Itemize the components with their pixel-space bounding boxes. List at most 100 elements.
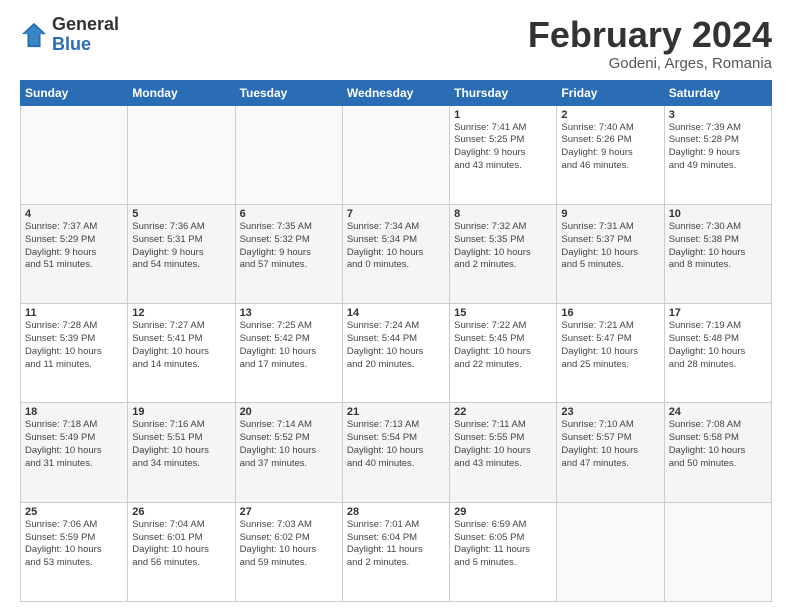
day-info: Sunrise: 7:36 AM Sunset: 5:31 PM Dayligh…: [132, 221, 230, 272]
day-number: 12: [132, 307, 230, 319]
calendar-cell: [557, 502, 664, 601]
day-number: 1: [454, 109, 552, 121]
day-info: Sunrise: 7:03 AM Sunset: 6:02 PM Dayligh…: [240, 519, 338, 570]
logo: General Blue: [20, 15, 119, 55]
calendar-cell: 9Sunrise: 7:31 AM Sunset: 5:37 PM Daylig…: [557, 204, 664, 303]
calendar-cell: 6Sunrise: 7:35 AM Sunset: 5:32 PM Daylig…: [235, 204, 342, 303]
day-number: 9: [561, 208, 659, 220]
day-number: 6: [240, 208, 338, 220]
week-row-4: 25Sunrise: 7:06 AM Sunset: 5:59 PM Dayli…: [21, 502, 772, 601]
calendar-cell: 16Sunrise: 7:21 AM Sunset: 5:47 PM Dayli…: [557, 304, 664, 403]
day-info: Sunrise: 7:16 AM Sunset: 5:51 PM Dayligh…: [132, 419, 230, 470]
day-number: 28: [347, 506, 445, 518]
calendar-cell: 22Sunrise: 7:11 AM Sunset: 5:55 PM Dayli…: [450, 403, 557, 502]
col-friday: Friday: [557, 80, 664, 105]
day-info: Sunrise: 7:39 AM Sunset: 5:28 PM Dayligh…: [669, 122, 767, 173]
day-number: 15: [454, 307, 552, 319]
week-row-1: 4Sunrise: 7:37 AM Sunset: 5:29 PM Daylig…: [21, 204, 772, 303]
header-row: Sunday Monday Tuesday Wednesday Thursday…: [21, 80, 772, 105]
day-number: 19: [132, 406, 230, 418]
day-info: Sunrise: 7:13 AM Sunset: 5:54 PM Dayligh…: [347, 419, 445, 470]
day-number: 27: [240, 506, 338, 518]
col-wednesday: Wednesday: [342, 80, 449, 105]
col-monday: Monday: [128, 80, 235, 105]
calendar-cell: 20Sunrise: 7:14 AM Sunset: 5:52 PM Dayli…: [235, 403, 342, 502]
calendar-cell: 17Sunrise: 7:19 AM Sunset: 5:48 PM Dayli…: [664, 304, 771, 403]
calendar-cell: 8Sunrise: 7:32 AM Sunset: 5:35 PM Daylig…: [450, 204, 557, 303]
day-number: 3: [669, 109, 767, 121]
day-info: Sunrise: 7:04 AM Sunset: 6:01 PM Dayligh…: [132, 519, 230, 570]
calendar-cell: 10Sunrise: 7:30 AM Sunset: 5:38 PM Dayli…: [664, 204, 771, 303]
day-number: 26: [132, 506, 230, 518]
day-info: Sunrise: 7:18 AM Sunset: 5:49 PM Dayligh…: [25, 419, 123, 470]
day-number: 16: [561, 307, 659, 319]
calendar-cell: 4Sunrise: 7:37 AM Sunset: 5:29 PM Daylig…: [21, 204, 128, 303]
day-info: Sunrise: 7:37 AM Sunset: 5:29 PM Dayligh…: [25, 221, 123, 272]
calendar-table: Sunday Monday Tuesday Wednesday Thursday…: [20, 80, 772, 602]
calendar-cell: 15Sunrise: 7:22 AM Sunset: 5:45 PM Dayli…: [450, 304, 557, 403]
col-sunday: Sunday: [21, 80, 128, 105]
calendar-cell: 14Sunrise: 7:24 AM Sunset: 5:44 PM Dayli…: [342, 304, 449, 403]
day-number: 21: [347, 406, 445, 418]
day-number: 4: [25, 208, 123, 220]
day-info: Sunrise: 7:21 AM Sunset: 5:47 PM Dayligh…: [561, 320, 659, 371]
day-info: Sunrise: 7:30 AM Sunset: 5:38 PM Dayligh…: [669, 221, 767, 272]
calendar-cell: [128, 105, 235, 204]
calendar-cell: 23Sunrise: 7:10 AM Sunset: 5:57 PM Dayli…: [557, 403, 664, 502]
day-number: 8: [454, 208, 552, 220]
day-info: Sunrise: 7:24 AM Sunset: 5:44 PM Dayligh…: [347, 320, 445, 371]
col-saturday: Saturday: [664, 80, 771, 105]
day-number: 10: [669, 208, 767, 220]
day-info: Sunrise: 7:01 AM Sunset: 6:04 PM Dayligh…: [347, 519, 445, 570]
calendar-cell: 25Sunrise: 7:06 AM Sunset: 5:59 PM Dayli…: [21, 502, 128, 601]
calendar-cell: 27Sunrise: 7:03 AM Sunset: 6:02 PM Dayli…: [235, 502, 342, 601]
subtitle: Godeni, Arges, Romania: [528, 55, 772, 72]
calendar-cell: [342, 105, 449, 204]
calendar-cell: [235, 105, 342, 204]
day-number: 7: [347, 208, 445, 220]
calendar-cell: 7Sunrise: 7:34 AM Sunset: 5:34 PM Daylig…: [342, 204, 449, 303]
day-number: 14: [347, 307, 445, 319]
day-info: Sunrise: 7:10 AM Sunset: 5:57 PM Dayligh…: [561, 419, 659, 470]
calendar-body: 1Sunrise: 7:41 AM Sunset: 5:25 PM Daylig…: [21, 105, 772, 601]
day-number: 23: [561, 406, 659, 418]
day-number: 22: [454, 406, 552, 418]
day-info: Sunrise: 7:41 AM Sunset: 5:25 PM Dayligh…: [454, 122, 552, 173]
logo-text: General Blue: [52, 15, 119, 55]
day-number: 20: [240, 406, 338, 418]
calendar-cell: 29Sunrise: 6:59 AM Sunset: 6:05 PM Dayli…: [450, 502, 557, 601]
page: General Blue February 2024 Godeni, Arges…: [0, 0, 792, 612]
day-info: Sunrise: 7:11 AM Sunset: 5:55 PM Dayligh…: [454, 419, 552, 470]
calendar-cell: 19Sunrise: 7:16 AM Sunset: 5:51 PM Dayli…: [128, 403, 235, 502]
calendar-cell: 13Sunrise: 7:25 AM Sunset: 5:42 PM Dayli…: [235, 304, 342, 403]
calendar-cell: 26Sunrise: 7:04 AM Sunset: 6:01 PM Dayli…: [128, 502, 235, 601]
month-title: February 2024: [528, 15, 772, 55]
day-number: 13: [240, 307, 338, 319]
calendar-cell: [21, 105, 128, 204]
day-info: Sunrise: 7:14 AM Sunset: 5:52 PM Dayligh…: [240, 419, 338, 470]
day-info: Sunrise: 7:25 AM Sunset: 5:42 PM Dayligh…: [240, 320, 338, 371]
day-info: Sunrise: 7:34 AM Sunset: 5:34 PM Dayligh…: [347, 221, 445, 272]
day-number: 17: [669, 307, 767, 319]
calendar-cell: 1Sunrise: 7:41 AM Sunset: 5:25 PM Daylig…: [450, 105, 557, 204]
calendar-header: Sunday Monday Tuesday Wednesday Thursday…: [21, 80, 772, 105]
title-block: February 2024 Godeni, Arges, Romania: [528, 15, 772, 72]
day-info: Sunrise: 7:31 AM Sunset: 5:37 PM Dayligh…: [561, 221, 659, 272]
calendar-cell: 28Sunrise: 7:01 AM Sunset: 6:04 PM Dayli…: [342, 502, 449, 601]
day-number: 24: [669, 406, 767, 418]
calendar-cell: 12Sunrise: 7:27 AM Sunset: 5:41 PM Dayli…: [128, 304, 235, 403]
col-thursday: Thursday: [450, 80, 557, 105]
week-row-3: 18Sunrise: 7:18 AM Sunset: 5:49 PM Dayli…: [21, 403, 772, 502]
day-number: 5: [132, 208, 230, 220]
week-row-2: 11Sunrise: 7:28 AM Sunset: 5:39 PM Dayli…: [21, 304, 772, 403]
header: General Blue February 2024 Godeni, Arges…: [20, 15, 772, 72]
calendar-cell: 5Sunrise: 7:36 AM Sunset: 5:31 PM Daylig…: [128, 204, 235, 303]
col-tuesday: Tuesday: [235, 80, 342, 105]
calendar-cell: 21Sunrise: 7:13 AM Sunset: 5:54 PM Dayli…: [342, 403, 449, 502]
day-info: Sunrise: 7:40 AM Sunset: 5:26 PM Dayligh…: [561, 122, 659, 173]
day-info: Sunrise: 7:27 AM Sunset: 5:41 PM Dayligh…: [132, 320, 230, 371]
day-number: 29: [454, 506, 552, 518]
day-number: 25: [25, 506, 123, 518]
calendar-cell: 24Sunrise: 7:08 AM Sunset: 5:58 PM Dayli…: [664, 403, 771, 502]
week-row-0: 1Sunrise: 7:41 AM Sunset: 5:25 PM Daylig…: [21, 105, 772, 204]
